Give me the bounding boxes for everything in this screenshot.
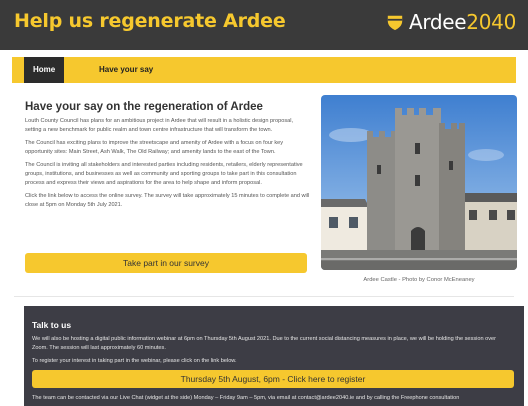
intro-text: Louth County Council has plans for an am… <box>25 117 310 214</box>
nav-item-have-your-say[interactable]: Have your say <box>90 57 162 83</box>
intro-paragraph: The Council is inviting all stakeholders… <box>25 162 303 186</box>
page-heading: Have your say on the regeneration of Ard… <box>25 101 263 113</box>
intro-paragraph: Click the link below to access the onlin… <box>25 193 310 208</box>
webinar-register-button[interactable]: Thursday 5th August, 6pm - Click here to… <box>32 370 514 388</box>
site-title[interactable]: Help us regenerate Ardee <box>14 10 286 32</box>
nav-item-home[interactable]: Home <box>24 57 65 83</box>
talk-paragraph: We will also be hosting a digital public… <box>32 336 497 351</box>
talk-to-us-panel: Talk to us We will also be hosting a dig… <box>24 306 524 406</box>
section-divider <box>14 296 514 297</box>
brand-text-main: Ardee <box>408 10 467 34</box>
brand-text-year: 2040 <box>466 10 516 34</box>
castle-illustration <box>321 95 517 270</box>
survey-button[interactable]: Take part in our survey <box>25 253 307 273</box>
main-nav: Home Have your say <box>12 57 516 83</box>
intro-paragraph: The Council has exciting plans to improv… <box>25 140 284 155</box>
intro-paragraph: Louth County Council has plans for an am… <box>25 118 294 133</box>
shield-icon <box>387 15 403 31</box>
brand-wordmark: Ardee2040 <box>409 10 516 34</box>
castle-photo <box>321 95 517 270</box>
photo-caption: Ardee Castle - Photo by Conor McEneaney <box>363 277 475 283</box>
talk-paragraph: The team can be contacted via our Live C… <box>32 395 460 401</box>
talk-paragraph: To register your interest in taking part… <box>32 358 237 364</box>
brand-logo[interactable]: Ardee2040 <box>386 10 516 34</box>
top-header-bar: Help us regenerate Ardee Ardee2040 <box>0 0 528 50</box>
talk-title: Talk to us <box>32 320 72 330</box>
